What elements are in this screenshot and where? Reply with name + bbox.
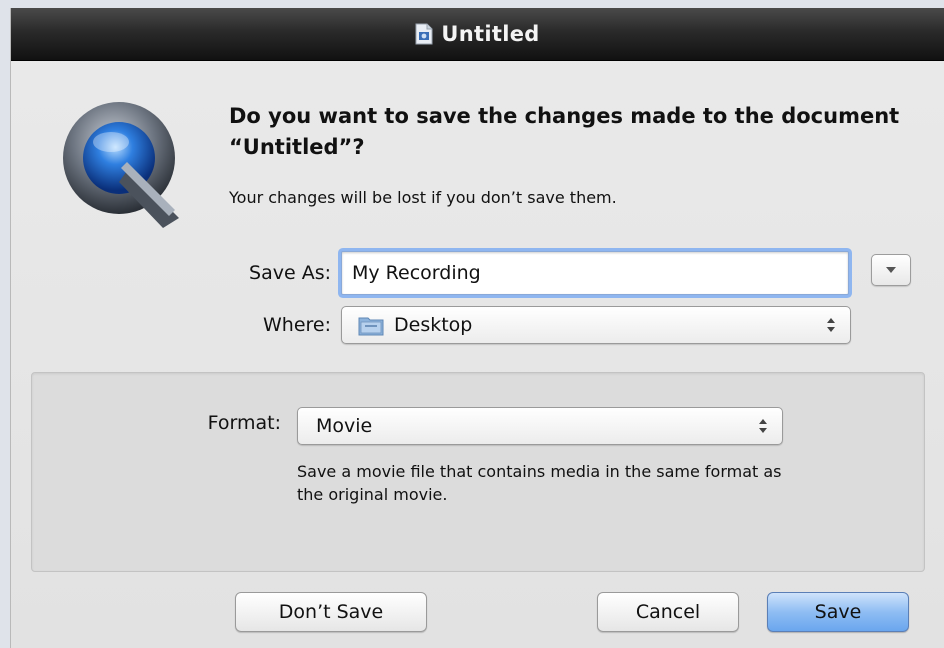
folder-icon xyxy=(358,317,384,336)
updown-arrows-icon xyxy=(759,419,767,433)
save-as-label: Save As: xyxy=(249,262,331,284)
dialog-headline: Do you want to save the changes made to … xyxy=(229,104,900,159)
where-label: Where: xyxy=(262,314,331,336)
format-label: Format: xyxy=(207,412,281,434)
cancel-button[interactable]: Cancel xyxy=(597,592,739,632)
dont-save-button[interactable]: Don’t Save xyxy=(235,592,427,632)
save-dialog-window: Untitled Do you want to save the changes… xyxy=(10,8,944,648)
save-button[interactable]: Save xyxy=(767,592,909,632)
dialog-subtext: Your changes will be lost if you don’t s… xyxy=(229,188,617,207)
quicktime-icon xyxy=(63,102,179,228)
where-popup[interactable]: Desktop xyxy=(341,306,851,344)
title-wrap: Untitled xyxy=(11,8,944,60)
triangle-down-icon xyxy=(886,267,896,273)
window-title: Untitled xyxy=(441,22,540,46)
updown-arrows-icon xyxy=(827,318,835,332)
where-value: Desktop xyxy=(394,314,473,336)
save-as-input[interactable] xyxy=(341,251,849,295)
expand-browser-button[interactable] xyxy=(871,254,911,286)
format-description: Save a movie file that contains media in… xyxy=(297,462,782,504)
title-bar[interactable]: Untitled xyxy=(11,8,944,61)
document-icon xyxy=(415,23,433,45)
format-value: Movie xyxy=(316,415,373,437)
format-popup[interactable]: Movie xyxy=(297,407,783,445)
